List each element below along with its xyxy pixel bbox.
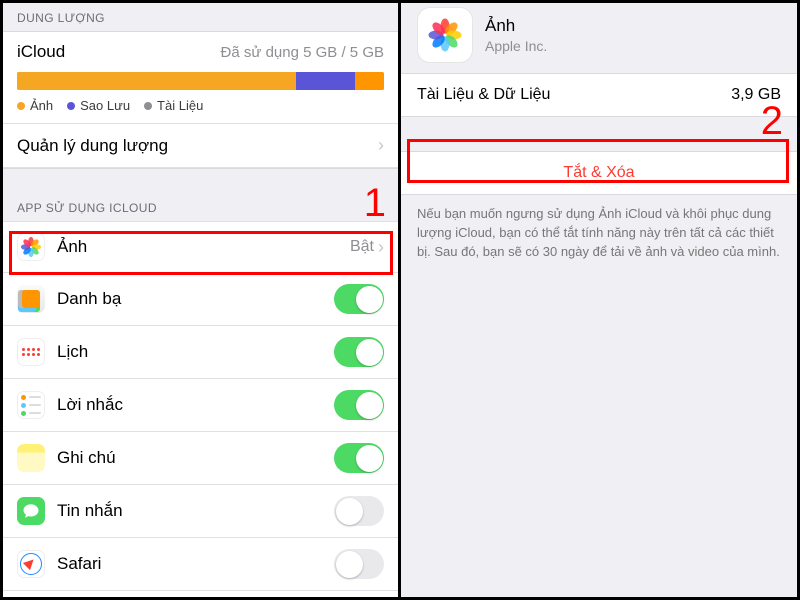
app-value: Bật bbox=[350, 238, 374, 256]
storage-bar bbox=[17, 72, 384, 90]
app-label: Lời nhắc bbox=[57, 395, 334, 415]
toggle-switch[interactable] bbox=[334, 284, 384, 314]
app-row-photos[interactable]: Ảnh Bật › bbox=[3, 221, 398, 272]
app-name-label: Ảnh bbox=[485, 16, 547, 36]
notes-icon bbox=[17, 444, 45, 472]
photos-icon bbox=[17, 233, 45, 261]
documents-data-row[interactable]: Tài Liệu & Dữ Liệu 3,9 GB bbox=[401, 73, 797, 117]
section-header-storage: DUNG LƯỢNG bbox=[3, 3, 398, 31]
calendar-icon bbox=[17, 338, 45, 366]
app-detail-header: Ảnh Apple Inc. bbox=[401, 3, 797, 73]
app-label: Ảnh bbox=[57, 237, 350, 257]
icloud-label: iCloud bbox=[17, 42, 65, 62]
storage-bar-photos bbox=[17, 72, 296, 90]
dot-icon bbox=[17, 102, 25, 110]
legend-backup: Sao Lưu bbox=[67, 98, 130, 113]
app-vendor-label: Apple Inc. bbox=[485, 38, 547, 54]
photos-storage-detail-screen: Ảnh Apple Inc. Tài Liệu & Dữ Liệu 3,9 GB… bbox=[401, 3, 797, 597]
app-label: Tin nhắn bbox=[57, 501, 334, 521]
toggle-switch[interactable] bbox=[334, 496, 384, 526]
explain-text: Nếu bạn muốn ngưng sử dụng Ảnh iCloud và… bbox=[401, 195, 797, 272]
chevron-right-icon: › bbox=[378, 135, 384, 156]
manage-storage-row[interactable]: Quản lý dung lượng › bbox=[3, 123, 398, 168]
app-row-calendar[interactable]: Lịch bbox=[3, 325, 398, 378]
manage-storage-label: Quản lý dung lượng bbox=[17, 136, 378, 156]
storage-bar-docs bbox=[355, 72, 384, 90]
app-row-reminders[interactable]: Lời nhắc bbox=[3, 378, 398, 431]
storage-block: iCloud Đã sử dụng 5 GB / 5 GB Ảnh Sao Lư… bbox=[3, 31, 398, 169]
app-row-home[interactable]: Nhà bbox=[3, 590, 398, 597]
app-row-notes[interactable]: Ghi chú bbox=[3, 431, 398, 484]
chevron-right-icon: › bbox=[378, 237, 384, 258]
settings-storage-screen: DUNG LƯỢNG iCloud Đã sử dụng 5 GB / 5 GB… bbox=[3, 3, 401, 597]
app-row-contacts[interactable]: Danh bạ bbox=[3, 272, 398, 325]
icloud-storage-row[interactable]: iCloud Đã sử dụng 5 GB / 5 GB bbox=[3, 32, 398, 66]
icloud-usage-text: Đã sử dụng 5 GB / 5 GB bbox=[221, 44, 384, 61]
toggle-switch[interactable] bbox=[334, 443, 384, 473]
photos-icon bbox=[417, 7, 473, 63]
app-label: Danh bạ bbox=[57, 289, 334, 309]
app-row-safari[interactable]: Safari bbox=[3, 537, 398, 590]
section-header-apps: APP SỬ DỤNG ICLOUD bbox=[3, 193, 398, 221]
documents-data-label: Tài Liệu & Dữ Liệu bbox=[417, 86, 550, 104]
legend-photos: Ảnh bbox=[17, 98, 53, 113]
app-label: Ghi chú bbox=[57, 448, 334, 468]
app-label: Safari bbox=[57, 554, 334, 574]
contacts-icon bbox=[17, 285, 45, 313]
storage-legend: Ảnh Sao Lưu Tài Liệu bbox=[3, 98, 398, 123]
legend-docs: Tài Liệu bbox=[144, 98, 203, 113]
tutorial-frame: DUNG LƯỢNG iCloud Đã sử dụng 5 GB / 5 GB… bbox=[0, 0, 800, 600]
dot-icon bbox=[67, 102, 75, 110]
app-titles: Ảnh Apple Inc. bbox=[485, 16, 547, 54]
toggle-switch[interactable] bbox=[334, 549, 384, 579]
messages-icon bbox=[17, 497, 45, 525]
reminders-icon bbox=[17, 391, 45, 419]
annotation-step-2: 2 bbox=[761, 99, 783, 144]
annotation-step-1: 1 bbox=[364, 181, 386, 226]
apps-list: Ảnh Bật › Danh bạ Lịch bbox=[3, 221, 398, 597]
safari-icon bbox=[17, 550, 45, 578]
action-label: Tắt & Xóa bbox=[563, 164, 634, 181]
toggle-switch[interactable] bbox=[334, 390, 384, 420]
storage-bar-backup bbox=[296, 72, 355, 90]
dot-icon bbox=[144, 102, 152, 110]
toggle-switch[interactable] bbox=[334, 337, 384, 367]
disable-and-delete-button[interactable]: Tắt & Xóa bbox=[401, 151, 797, 195]
app-row-messages[interactable]: Tin nhắn bbox=[3, 484, 398, 537]
app-label: Lịch bbox=[57, 342, 334, 362]
